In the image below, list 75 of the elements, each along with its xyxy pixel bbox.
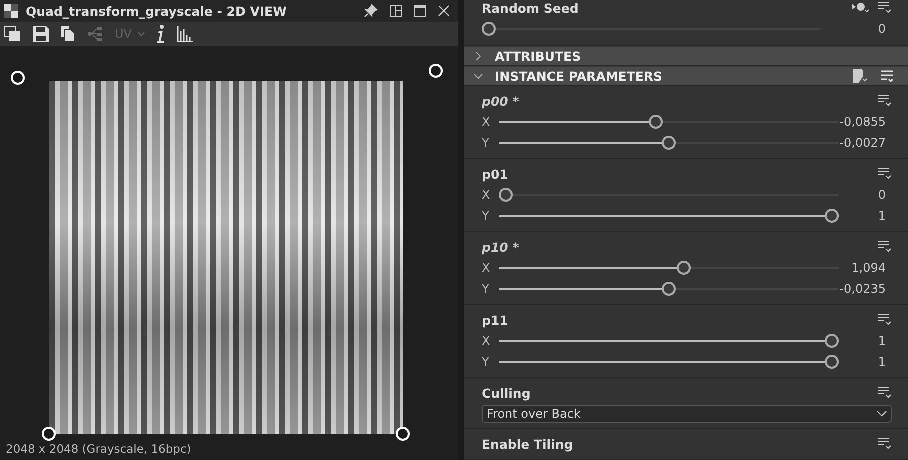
menu-icon[interactable] xyxy=(880,70,894,82)
save-icon[interactable] xyxy=(33,26,49,42)
axis-label: Y xyxy=(482,208,490,222)
display-icon[interactable] xyxy=(4,26,21,42)
slider[interactable] xyxy=(482,22,821,36)
caret-icon xyxy=(138,32,145,36)
seed-icon[interactable] xyxy=(852,2,870,14)
slider-thumb[interactable] xyxy=(662,136,676,150)
slider[interactable] xyxy=(499,354,839,368)
parameter-label: Culling xyxy=(482,386,531,400)
axis-label: X xyxy=(482,188,492,202)
value-text: 0 xyxy=(877,188,887,202)
value-text: -0,0235 xyxy=(839,282,887,296)
section-header[interactable]: ATTRIBUTES xyxy=(464,46,908,66)
value-text: 1 xyxy=(877,334,887,348)
slider[interactable] xyxy=(499,188,839,202)
pin-icon[interactable] xyxy=(364,4,378,18)
axis-label: Y xyxy=(482,136,490,150)
slider-thumb[interactable] xyxy=(825,334,839,348)
parameter-label: Random Seed xyxy=(482,0,579,16)
slider[interactable] xyxy=(499,334,839,348)
slider-thumb[interactable] xyxy=(499,188,513,202)
parameter-label: p00 * xyxy=(482,94,520,108)
axis-label: X xyxy=(482,114,492,128)
value-text: 1,094 xyxy=(850,260,887,274)
value-text: -0,0855 xyxy=(839,114,887,128)
copy-icon[interactable] xyxy=(61,26,75,42)
split-view-icon[interactable] xyxy=(390,5,402,17)
menu-icon[interactable] xyxy=(878,168,892,180)
value-text: -0,0027 xyxy=(839,136,887,150)
histogram-icon[interactable] xyxy=(177,26,193,42)
slider-thumb[interactable] xyxy=(825,354,839,368)
close-icon[interactable] xyxy=(438,5,450,17)
value-text: 1 xyxy=(877,208,887,222)
chevron-right-icon xyxy=(474,52,483,60)
slider[interactable] xyxy=(499,260,839,274)
chevron-down-icon xyxy=(877,411,887,417)
section-header[interactable]: INSTANCE PARAMETERS xyxy=(464,66,908,86)
slider[interactable] xyxy=(499,208,839,222)
slider-thumb[interactable] xyxy=(648,114,663,128)
axis-label: X xyxy=(482,334,492,348)
chevron-down-icon xyxy=(474,72,483,80)
parameter-label: p01 xyxy=(482,166,508,182)
info-icon[interactable] xyxy=(157,25,165,43)
corner-handle[interactable] xyxy=(11,71,25,85)
menu-icon[interactable] xyxy=(878,241,892,253)
slider-thumb[interactable] xyxy=(662,282,676,296)
axis-label: Y xyxy=(482,354,490,368)
slider[interactable] xyxy=(499,282,839,296)
slider[interactable] xyxy=(499,136,839,150)
corner-handle[interactable] xyxy=(42,427,56,441)
axis-label: X xyxy=(482,260,492,274)
corner-handle[interactable] xyxy=(396,427,410,441)
parameter-label: p11 xyxy=(482,312,508,328)
checker-icon xyxy=(4,4,18,18)
slider-thumb[interactable] xyxy=(482,22,496,36)
corner-handle[interactable] xyxy=(429,64,443,78)
slider[interactable] xyxy=(499,114,839,128)
slider-thumb[interactable] xyxy=(676,260,691,274)
culling-dropdown[interactable]: Front over Back xyxy=(482,405,892,423)
value-text: 0 xyxy=(877,22,887,36)
window-title: Quad_transform_grayscale - 2D VIEW xyxy=(26,4,287,18)
axis-label: Y xyxy=(482,282,490,296)
image-info-text: 2048 x 2048 (Grayscale, 16bpc) xyxy=(6,442,192,456)
menu-icon[interactable] xyxy=(878,387,892,399)
parameter-label: Enable Tiling xyxy=(482,436,574,452)
menu-icon[interactable] xyxy=(878,2,892,14)
menu-icon[interactable] xyxy=(878,314,892,326)
menu-icon[interactable] xyxy=(878,95,892,107)
value-text: 1 xyxy=(877,354,887,368)
slider-thumb[interactable] xyxy=(825,208,839,222)
preset-icon[interactable] xyxy=(853,69,868,83)
menu-icon[interactable] xyxy=(878,438,892,450)
parameter-label: p10 * xyxy=(482,240,520,254)
maximize-icon[interactable] xyxy=(414,5,426,17)
